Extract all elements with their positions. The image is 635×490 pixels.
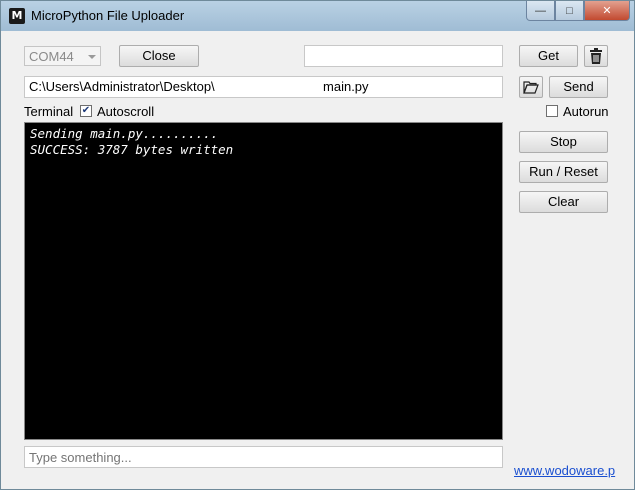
autoscroll-checkbox[interactable]: ✔ <box>80 105 92 117</box>
app-logo-icon: M <box>9 8 25 24</box>
maximize-button[interactable]: □ <box>555 1 584 21</box>
trash-icon <box>590 48 602 64</box>
browse-button[interactable] <box>519 76 543 98</box>
remote-file-input[interactable] <box>304 45 503 67</box>
port-select-value: COM44 <box>29 49 74 64</box>
autorun-label: Autorun <box>563 104 609 119</box>
delete-button[interactable] <box>584 45 608 67</box>
website-link[interactable]: www.wodoware.p <box>514 463 615 478</box>
send-button[interactable]: Send <box>549 76 608 98</box>
window-controls: — □ ✕ <box>526 1 630 21</box>
get-button[interactable]: Get <box>519 45 578 67</box>
terminal-output[interactable]: Sending main.py.......... SUCCESS: 3787 … <box>24 122 503 440</box>
run-reset-button[interactable]: Run / Reset <box>519 161 608 183</box>
autoscroll-label: Autoscroll <box>97 104 155 119</box>
main-panel: COM44 Close Get C:\Users\Administrator\D… <box>1 31 634 489</box>
close-window-button[interactable]: ✕ <box>584 1 630 21</box>
terminal-line: Sending main.py.......... <box>30 126 219 141</box>
window-title: MicroPython File Uploader <box>31 8 185 23</box>
message-input[interactable] <box>24 446 503 468</box>
file-path-field[interactable]: C:\Users\Administrator\Desktop\ main.py <box>24 76 503 98</box>
title-bar: M MicroPython File Uploader — □ ✕ <box>1 1 634 31</box>
close-port-button[interactable]: Close <box>119 45 199 67</box>
terminal-label: Terminal <box>24 104 74 119</box>
app-window: M MicroPython File Uploader — □ ✕ COM44 … <box>0 0 635 490</box>
chevron-down-icon <box>88 55 96 59</box>
folder-open-icon <box>523 81 539 94</box>
minimize-button[interactable]: — <box>526 1 555 21</box>
terminal-line: SUCCESS: 3787 bytes written <box>30 142 234 157</box>
stop-button[interactable]: Stop <box>519 131 608 153</box>
clear-button[interactable]: Clear <box>519 191 608 213</box>
port-select[interactable]: COM44 <box>24 46 101 66</box>
autorun-checkbox[interactable] <box>546 105 558 117</box>
